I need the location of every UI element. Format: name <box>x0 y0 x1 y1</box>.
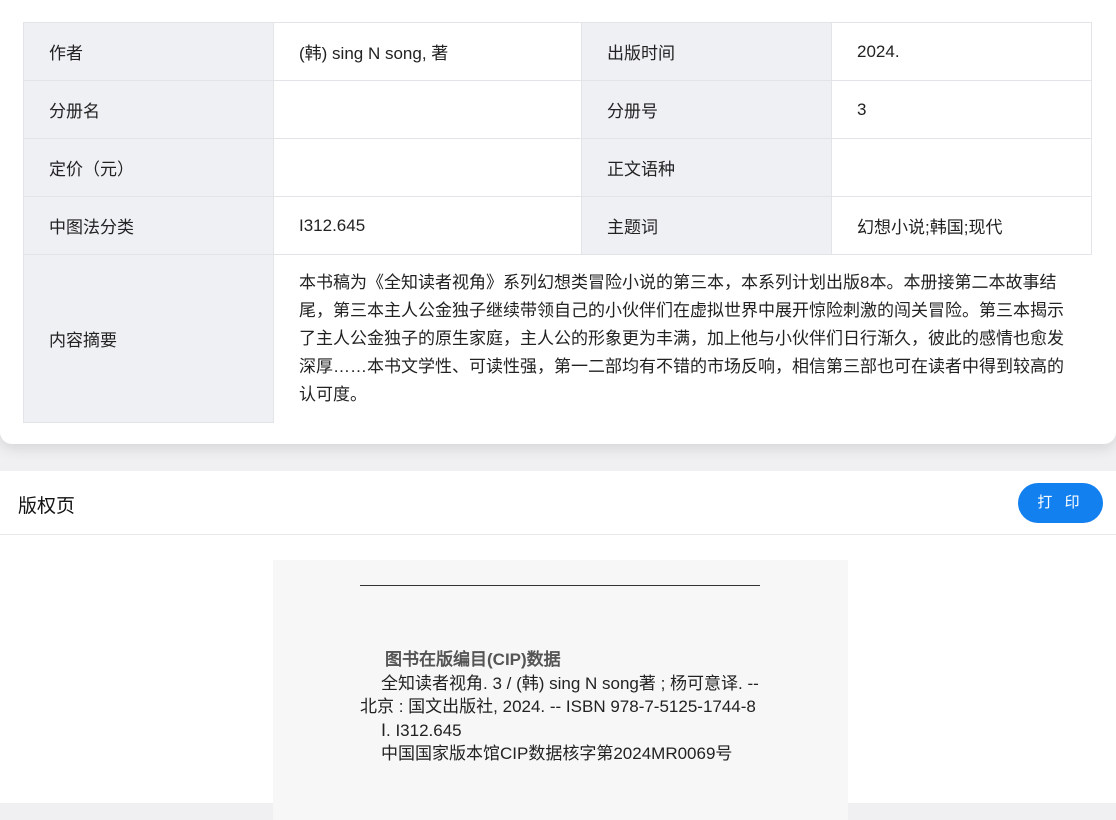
copyright-title: 版权页 <box>18 496 76 517</box>
copyright-header: 版权页 打 印 <box>0 471 1116 535</box>
info-row: 定价（元） 正文语种 <box>23 138 1092 197</box>
field-value: (韩) sing N song, 著 <box>273 22 582 81</box>
field-value <box>273 138 582 197</box>
field-label: 定价（元） <box>23 138 274 197</box>
cip-heading: 图书在版编目(CIP)数据 <box>385 650 561 669</box>
summary-label: 内容摘要 <box>23 254 274 423</box>
book-info-card: 作者 (韩) sing N song, 著出版时间 2024. 分册名 分册号 3 定价（元… <box>0 0 1116 444</box>
copyright-page: 图书在版编目(CIP)数据 全知读者视角. 3 / (韩) sing N son… <box>273 560 848 820</box>
cip-data: 图书在版编目(CIP)数据 全知读者视角. 3 / (韩) sing N son… <box>360 648 780 766</box>
divider <box>360 585 760 586</box>
field-value: 3 <box>831 80 1092 139</box>
field-label: 作者 <box>23 22 274 81</box>
field-label: 主题词 <box>581 196 832 255</box>
cip-line-3: 中国国家版本馆CIP数据核字第2024MR0069号 <box>381 744 733 763</box>
summary-row: 内容摘要 本书稿为《全知读者视角》系列幻想类冒险小说的第三本，本系列计划出版8本… <box>23 254 1092 423</box>
print-button[interactable]: 打 印 <box>1018 483 1103 523</box>
field-label: 出版时间 <box>581 22 832 81</box>
field-label: 中图法分类 <box>23 196 274 255</box>
field-value <box>273 80 582 139</box>
field-label: 正文语种 <box>581 138 832 197</box>
cip-line-2: Ⅰ. I312.645 <box>381 720 462 740</box>
summary-text: 本书稿为《全知读者视角》系列幻想类冒险小说的第三本，本系列计划出版8本。本册接第… <box>273 254 1092 423</box>
field-value <box>831 138 1092 197</box>
field-value: I312.645 <box>273 196 582 255</box>
copyright-section: 版权页 打 印 图书在版编目(CIP)数据 全知读者视角. 3 / (韩) si… <box>0 471 1116 820</box>
info-row: 分册名 分册号 3 <box>23 80 1092 139</box>
info-row: 作者 (韩) sing N song, 著出版时间 2024. <box>23 22 1092 81</box>
cip-line-1: 全知读者视角. 3 / (韩) sing N song著 ; 杨可意译. -- … <box>360 673 759 717</box>
field-label: 分册名 <box>23 80 274 139</box>
field-label: 分册号 <box>581 80 832 139</box>
info-row: 中图法分类 I312.645 主题词 幻想小说;韩国;现代 <box>23 196 1092 255</box>
field-value: 2024. <box>831 22 1092 81</box>
field-value: 幻想小说;韩国;现代 <box>831 196 1092 255</box>
book-info-table: 作者 (韩) sing N song, 著出版时间 2024. 分册名 分册号 3 定价（元… <box>23 22 1092 423</box>
